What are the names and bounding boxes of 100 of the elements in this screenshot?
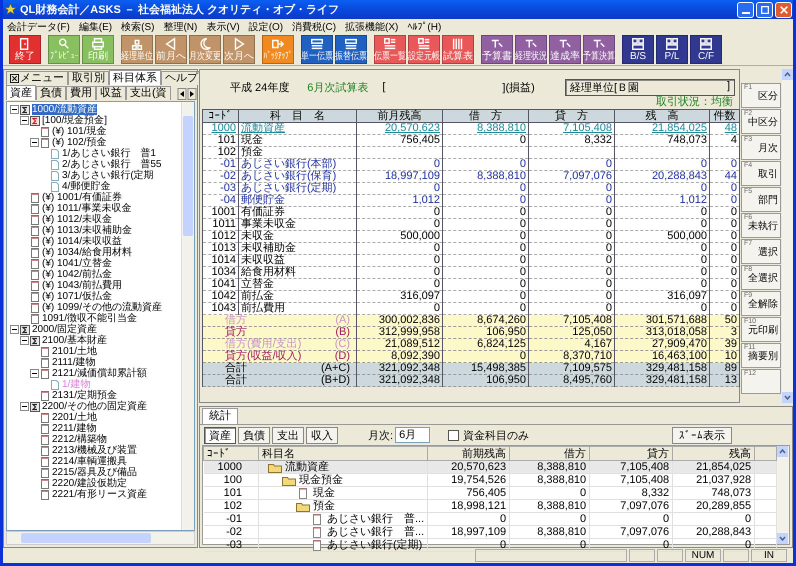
account-name[interactable]: あじさい銀行(定期) [327,539,422,551]
toolbar-button[interactable]: C/F [690,35,722,64]
menu-item[interactable]: 消費税(C) [292,20,336,34]
menu-item[interactable]: 検索(S) [121,20,154,34]
tree-item[interactable]: 2221/有形リース資産 [52,489,148,500]
maximize-button[interactable] [756,2,773,18]
scroll-bar[interactable] [777,446,789,544]
table-cell[interactable]: あじさい銀行(定期) [238,182,356,194]
tree-item[interactable]: 2101/土地 [52,346,98,357]
tree-item[interactable]: 2200/その他の固定資産 [42,401,148,412]
toolbar-button[interactable]: 予算決算 [583,35,615,64]
tree-item[interactable]: 2220/建設仮勘定 [52,478,128,489]
table-cell[interactable]: 立替金 [238,278,356,290]
tree-item[interactable]: 2201/土地 [52,412,98,423]
scroll-bar[interactable] [782,69,793,403]
category-tab[interactable]: 収益 [96,86,126,100]
toolbar-button[interactable]: 達成率 [549,35,581,64]
collapse-icon[interactable] [20,116,29,125]
tree-item[interactable]: 3/あじさい銀行(定期 [62,170,154,181]
tree-item[interactable]: (¥) 1034/給食用材料 [42,247,132,258]
table-cell[interactable]: 事業未収金 [238,218,356,230]
tree-item[interactable]: 2121/減価償却累計額 [52,368,148,379]
tree-item[interactable]: 2111/建物 [52,357,96,368]
checkbox-label[interactable]: 資金科目のみ [463,428,530,442]
panel-tab[interactable]: ヘルプ [161,71,202,85]
tree-item[interactable]: (¥) 1014/未収収益 [42,236,122,247]
toolbar-button[interactable]: 試算表 [442,35,474,64]
tree-item[interactable]: 1/あじさい銀行 普1 [62,148,156,159]
tree-item[interactable]: 1000/流動資産 [32,104,98,115]
menu-item[interactable]: 表示(V) [206,20,240,34]
tree-item[interactable]: (¥) 1012/未収金 [42,214,112,225]
table-cell[interactable]: あじさい銀行(本部) [238,158,356,170]
category-button[interactable]: 支出 [272,426,304,444]
close-button[interactable] [775,2,792,18]
toolbar-button[interactable]: 経理状況 [515,35,547,64]
collapse-icon[interactable] [10,105,19,114]
zoom-button[interactable]: ｽﾞｰﾑ表示 [672,426,732,444]
category-tab[interactable]: 資産 [6,85,36,100]
toolbar-button[interactable]: 終了 [9,35,41,64]
table-cell[interactable]: 前払金 [238,290,356,302]
account-name[interactable]: 現金預金 [299,474,343,486]
toolbar-button[interactable]: P/L [656,35,688,64]
account-name[interactable]: 現金 [313,487,335,499]
scroll-right-icon[interactable] [187,88,197,100]
tree-item[interactable]: 2000/固定資産 [32,324,98,335]
table-cell[interactable]: 郵便貯金 [238,194,356,206]
panel-tab[interactable]: 取引別 [68,71,109,85]
table-cell[interactable]: 流動資産 [238,122,356,134]
tree-item[interactable]: (¥) 1001/有価証券 [42,192,122,203]
collapse-icon[interactable] [30,138,39,147]
account-name[interactable]: あじさい銀行 普... [327,526,424,538]
toolbar-button[interactable]: 伝票一覧 [374,35,406,64]
tree-item[interactable]: 2213/機械及び装置 [52,445,138,456]
month-field[interactable]: 6月 [395,427,430,443]
account-name[interactable]: あじさい銀行 普... [327,513,424,525]
tree-item[interactable]: 2211/建物 [52,423,96,434]
tree-item[interactable]: 2214/車輌運搬具 [52,456,128,467]
toolbar-button[interactable]: 振替伝票 [335,35,367,64]
tree-item[interactable]: (¥) 102/預金 [52,137,106,148]
toolbar-button[interactable]: 単一伝票 [301,35,333,64]
menu-item[interactable]: 設定(O) [248,20,284,34]
category-tab[interactable]: 負債 [36,86,66,100]
toolbar-button[interactable]: 予算書 [481,35,513,64]
category-button[interactable]: 資産 [204,426,236,444]
collapse-icon[interactable] [20,336,29,345]
tree-item[interactable]: (¥) 1011/事業未収金 [42,203,132,214]
panel-tab[interactable]: メニュー [6,71,68,85]
tree-item[interactable]: 2131/定期預金 [52,390,118,401]
table-cell[interactable]: 未収収益 [238,254,356,266]
scroll-bar[interactable] [181,102,194,530]
scroll-down-icon[interactable] [777,533,788,544]
tree-item[interactable]: [100/現金預金] [42,115,108,126]
table-cell[interactable]: 前払費用 [238,302,356,314]
table-cell[interactable]: 有価証券 [238,206,356,218]
collapse-icon[interactable] [10,325,19,334]
scroll-down-icon[interactable] [782,392,793,403]
category-tab[interactable]: 支出(資 [126,86,171,100]
category-tab[interactable]: 費用 [66,86,96,100]
tree-item[interactable]: 4/郵便貯金 [62,181,110,192]
tree-item[interactable]: 2212/構築物 [52,434,108,445]
tree-item[interactable]: (¥) 1013/未収補助金 [42,225,132,236]
account-name[interactable]: 預金 [313,500,335,512]
tree-item[interactable]: 2/あじさい銀行 普55 [62,159,162,170]
tree-item[interactable]: (¥) 1071/仮払金 [42,291,112,302]
menu-item[interactable]: 会計データ(F) [7,20,70,34]
table-cell[interactable]: あじさい銀行(保育) [238,170,356,182]
unit-field[interactable]: 経理単位[Ｂ園 ] [565,78,735,96]
collapse-icon[interactable] [30,369,39,378]
tree-item[interactable]: (¥) 1042/前払金 [42,269,112,280]
toolbar-button[interactable]: B/S [622,35,654,64]
scroll-left-icon[interactable] [177,88,187,100]
minimize-button[interactable] [737,2,754,18]
tree-item[interactable]: (¥) 1043/前払費用 [42,280,122,291]
table-cell[interactable]: 未収補助金 [238,242,356,254]
table-cell[interactable]: 預金 [238,146,356,158]
menu-item[interactable]: ﾍﾙﾌﾟ(H) [407,20,442,32]
table-cell[interactable]: 未収金 [238,230,356,242]
scroll-up-icon[interactable] [782,69,793,80]
menu-item[interactable]: 編集(E) [78,20,112,34]
collapse-icon[interactable] [20,402,29,411]
